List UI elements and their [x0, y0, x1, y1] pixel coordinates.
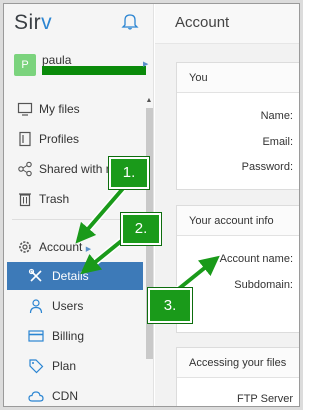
app-window: Sirv P paula ▶ ▲ My files Profiles Share… [3, 3, 300, 407]
sidebar-item-label: CDN [52, 389, 78, 403]
sidebar-item-label: Account ▶ [39, 240, 92, 254]
avatar: P [14, 54, 36, 76]
tools-icon [28, 268, 42, 282]
name-label: Name: [260, 110, 293, 122]
sidebar-item-label: Shared with n [39, 162, 113, 176]
logo-text: Sir [14, 11, 42, 34]
scroll-up-icon[interactable]: ▲ [145, 96, 153, 106]
you-card: You Name: Email: Password: [176, 62, 299, 190]
card-heading: Accessing your files [177, 348, 299, 378]
sidebar-item-label: Users [52, 299, 84, 313]
card-icon [28, 330, 44, 342]
monitor-icon [17, 102, 33, 116]
account-name-label: Account name: [219, 253, 293, 265]
sidebar-item-users[interactable]: Users [7, 292, 143, 320]
sidebar-item-label: Plan [52, 359, 77, 373]
subdomain-label: Subdomain: [234, 279, 293, 291]
ftp-server-label: FTP Server [236, 393, 293, 405]
sidebar-item-label: Profiles [39, 132, 80, 146]
sidebar: Sirv P paula ▶ ▲ My files Profiles Share… [4, 4, 154, 406]
card-heading: You [177, 63, 299, 93]
sidebar-item-profiles[interactable]: Profiles [4, 125, 144, 153]
account-info-card: Your account info Account name: Subdomai… [176, 205, 299, 333]
card-heading: Your account info [177, 206, 299, 236]
share-icon [18, 161, 32, 177]
app-logo[interactable]: Sirv [14, 11, 52, 35]
logo-accent: v [41, 11, 53, 34]
sidebar-item-label: Details [52, 269, 89, 283]
email-label: Email: [262, 136, 293, 148]
annotation-2: 2. [121, 213, 161, 245]
document-icon [19, 131, 31, 147]
user-menu[interactable]: P paula ▶ [14, 52, 150, 80]
sidebar-item-my-files[interactable]: My files [4, 95, 144, 123]
page-header: Account [155, 4, 299, 44]
page-title: Account [175, 14, 230, 31]
sidebar-item-plan[interactable]: Plan [7, 352, 143, 380]
cloud-icon [28, 391, 44, 402]
redaction-bar [42, 66, 146, 75]
username: paula [42, 53, 72, 67]
user-icon [29, 299, 43, 314]
sidebar-item-trash[interactable]: Trash [4, 185, 144, 213]
annotation-3: 3. [148, 288, 192, 323]
gear-icon [19, 241, 31, 253]
sidebar-item-label: My files [39, 102, 80, 116]
annotation-1: 1. [109, 157, 149, 189]
sidebar-item-cdn[interactable]: CDN [7, 382, 143, 406]
password-label: Password: [241, 161, 293, 173]
sidebar-item-label: Billing [52, 329, 85, 343]
sidebar-item-details[interactable]: Details [7, 262, 143, 290]
sidebar-item-label: Trash [39, 192, 70, 206]
caret-right-icon: ▶ [143, 61, 149, 68]
files-card: Accessing your files FTP Server [176, 347, 299, 406]
caret-right-icon: ▶ [85, 246, 92, 253]
bell-icon[interactable] [120, 11, 140, 31]
sidebar-item-billing[interactable]: Billing [7, 322, 143, 350]
tag-icon [29, 359, 44, 374]
trash-icon [19, 193, 31, 207]
main-content: Account You Name: Email: Password: Your … [155, 4, 299, 406]
